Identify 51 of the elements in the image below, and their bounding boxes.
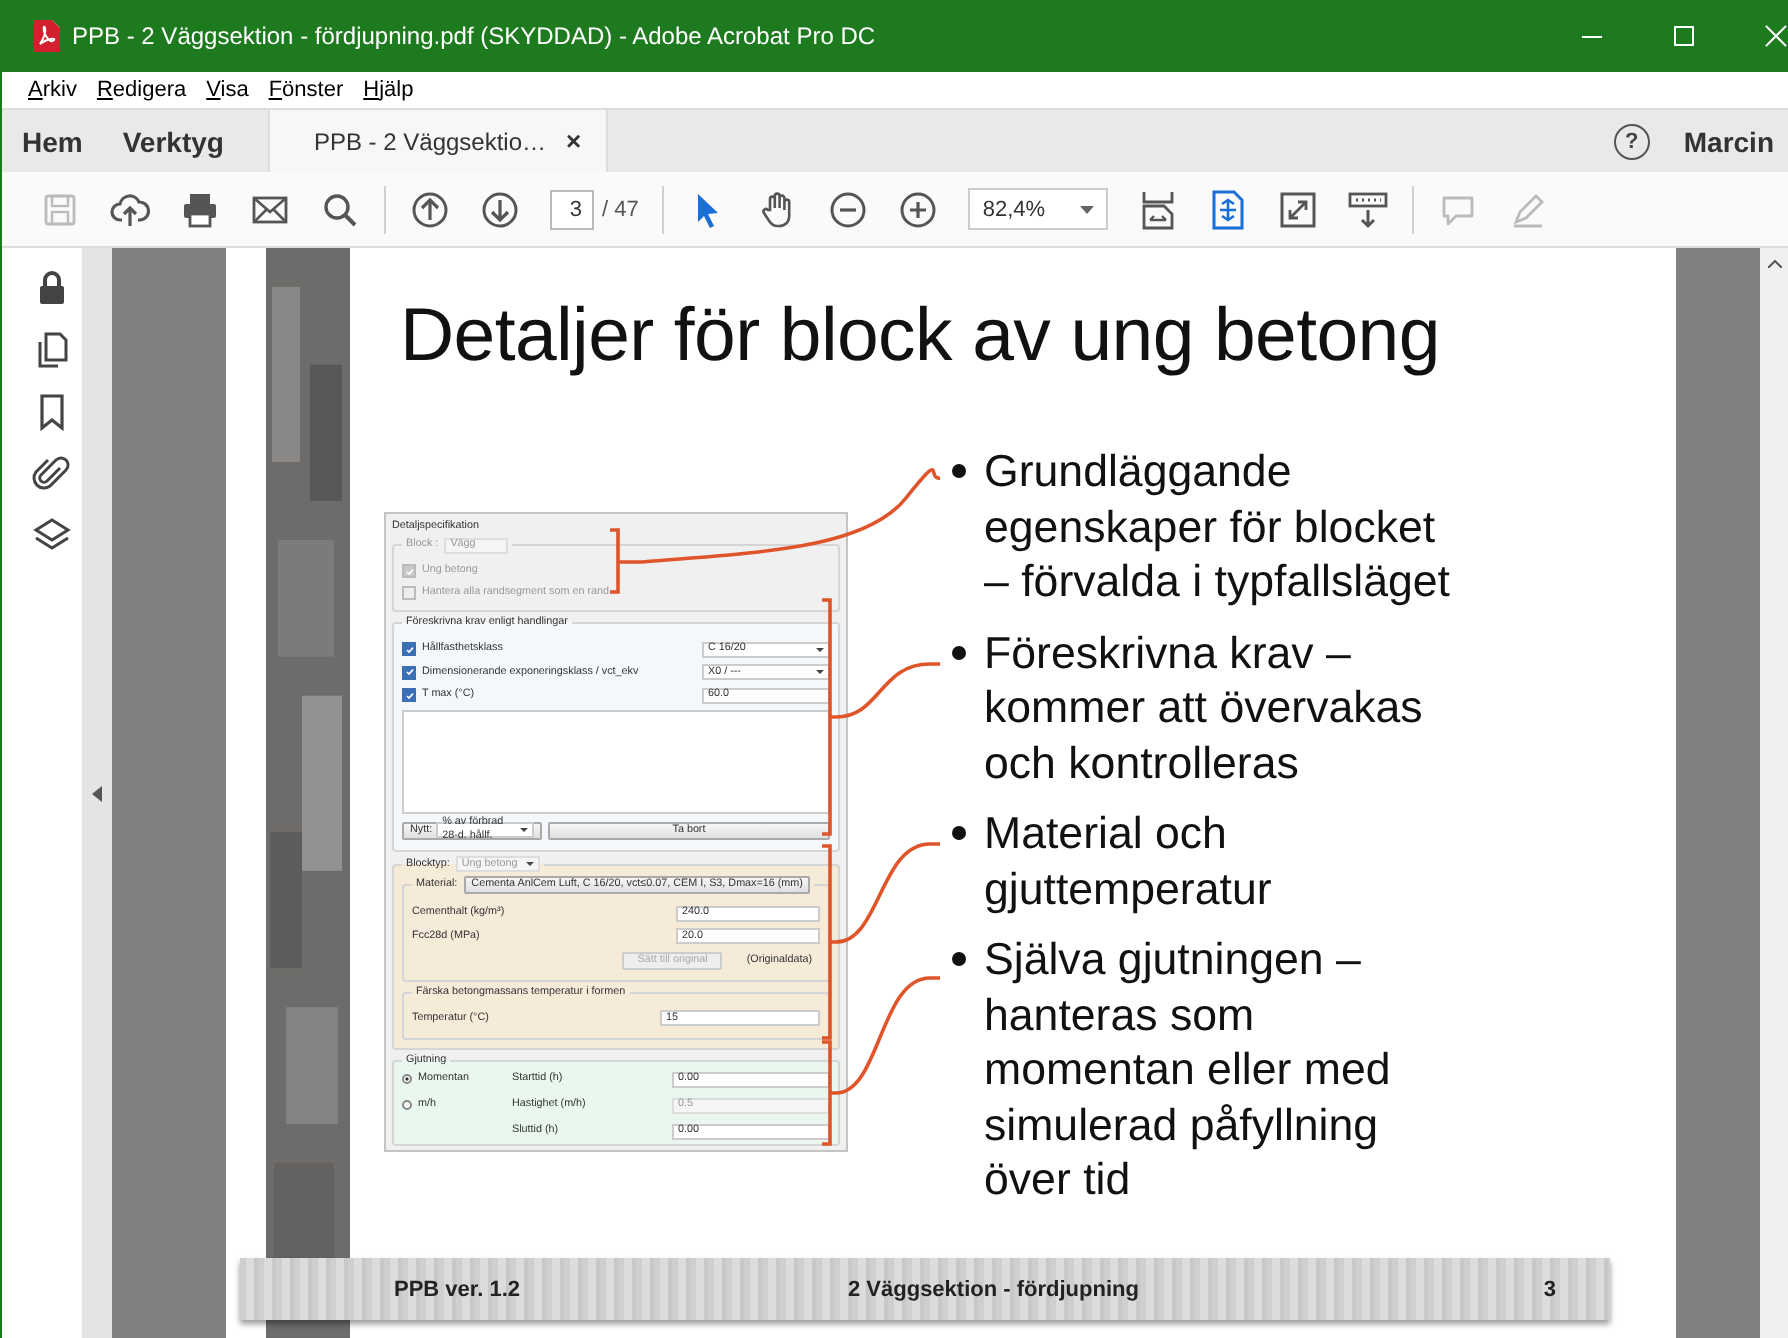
page-count: / 47 xyxy=(602,197,639,221)
fit-width-icon[interactable] xyxy=(1138,189,1179,229)
menu-item[interactable]: Hjälp xyxy=(363,78,414,102)
zoom-dropdown[interactable]: 82,4% xyxy=(968,188,1109,230)
paperclip-icon[interactable] xyxy=(32,454,72,494)
close-tab-button[interactable]: × xyxy=(566,126,582,156)
user-name[interactable]: Marcin xyxy=(1683,125,1774,157)
scroll-up-icon[interactable] xyxy=(1767,260,1781,268)
bullet-icon xyxy=(952,826,966,840)
menu-item[interactable]: Fönster xyxy=(268,78,344,102)
radio-button[interactable] xyxy=(402,1074,412,1084)
collapse-arrow-icon[interactable] xyxy=(92,785,102,801)
checkbox[interactable] xyxy=(402,642,416,656)
caret-icon xyxy=(1080,205,1095,213)
zoom-value: 82,4% xyxy=(982,197,1046,221)
search-icon[interactable] xyxy=(320,189,360,229)
menu-item[interactable]: Redigera xyxy=(96,78,187,102)
help-button[interactable]: ? xyxy=(1613,123,1650,159)
tab[interactable]: Verktyg xyxy=(102,110,244,172)
print-icon[interactable] xyxy=(180,189,220,229)
bullet-text: Grundläggande egenskaper för blocket – förvalda i typfallsläget xyxy=(984,444,1451,609)
cloud-upload-icon[interactable] xyxy=(110,189,150,229)
tab[interactable]: PPB - 2 Väggsektio… × xyxy=(267,110,608,172)
keyboard-icon[interactable] xyxy=(1348,189,1389,229)
bullet-icon xyxy=(952,645,966,659)
menu-item[interactable]: Arkiv xyxy=(28,78,77,102)
window-title: PPB - 2 Väggsektion - fördjupning.pdf (SKYDDAD) - Adobe Acrobat Pro DC xyxy=(72,22,878,50)
fit-page-icon[interactable] xyxy=(1208,189,1249,229)
bullet-text: Material och gjuttemperatur xyxy=(984,806,1272,916)
bullet-icon xyxy=(952,952,966,966)
page-number-field[interactable]: 3 xyxy=(550,189,594,229)
footer-text: PPB ver. 1.2 xyxy=(394,1277,522,1301)
bullet-icon xyxy=(952,464,966,478)
slide-title: Detaljer för block av ung betong xyxy=(400,292,1442,378)
scrollbar[interactable] xyxy=(1760,248,1788,1338)
menu-item[interactable]: Visa xyxy=(206,78,249,102)
tab-label: PPB - 2 Väggsektio… xyxy=(313,127,547,155)
bullet-text: Föreskrivna krav – kommer att övervakas och kontrolleras xyxy=(984,625,1423,790)
bullet-text: Själva gjutningen – hanteras som momentan eller med simulerad påfyllning över tid xyxy=(984,932,1391,1207)
zoom-in-icon[interactable] xyxy=(898,189,939,229)
checkbox[interactable] xyxy=(402,688,416,702)
radio-button[interactable] xyxy=(402,1100,412,1110)
pdf-file-icon xyxy=(32,20,60,52)
close-icon[interactable] xyxy=(1764,24,1788,48)
maximize-icon[interactable] xyxy=(1672,24,1696,48)
footer-text: 2 Väggsektion - fördjupning xyxy=(848,1277,1141,1301)
tab[interactable]: Hem xyxy=(2,110,103,172)
checkbox[interactable] xyxy=(402,665,416,679)
expand-icon[interactable] xyxy=(1278,189,1319,229)
page-number: 3 xyxy=(1543,1277,1556,1301)
zoom-out-icon[interactable] xyxy=(828,189,869,229)
